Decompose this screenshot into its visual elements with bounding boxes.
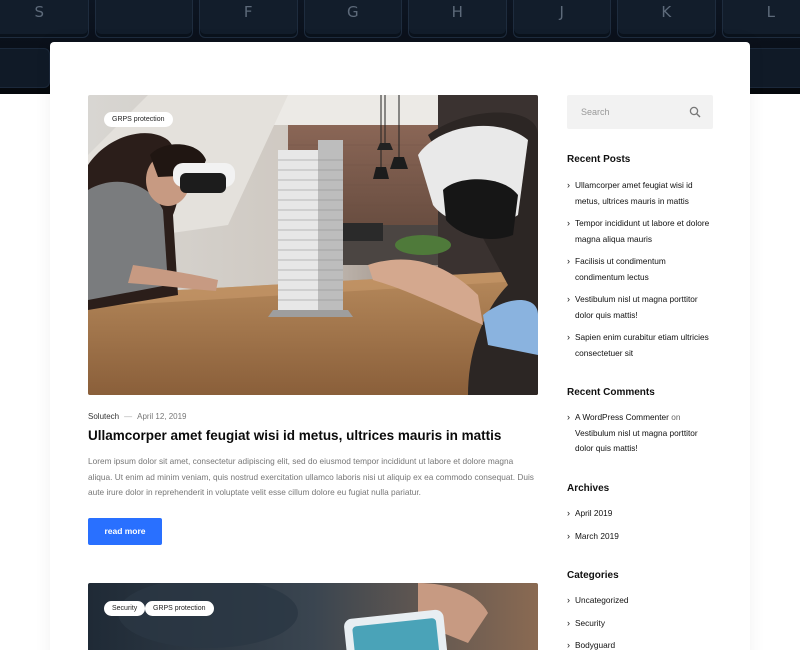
keyboard-key: K	[617, 0, 716, 38]
categories-list: › Uncategorized › Security › Bodyguard	[567, 593, 717, 650]
recent-post-link[interactable]: Ullamcorper amet feugiat wisi id metus, …	[575, 180, 693, 206]
archive-link[interactable]: March 2019	[575, 531, 619, 541]
archives-list: › April 2019 › March 2019	[567, 506, 717, 544]
keyboard-key: F	[199, 0, 298, 38]
category-badge[interactable]: GRPS protection	[145, 601, 214, 616]
list-item: › Bodyguard	[567, 638, 717, 650]
comment-author-link[interactable]: A WordPress Commenter	[575, 412, 669, 422]
comment-on-text: on	[671, 412, 681, 422]
read-more-button[interactable]: read more	[88, 518, 162, 545]
widget-title-recent-comments: Recent Comments	[567, 387, 655, 398]
meta-separator: —	[124, 412, 133, 421]
vr-office-illustration	[88, 95, 538, 395]
widget-title-archives: Archives	[567, 483, 610, 494]
search-input[interactable]	[581, 95, 681, 129]
comment-post-link[interactable]: Vestibulum nisl ut magna porttitor dolor…	[575, 428, 698, 454]
widget-title-recent-posts: Recent Posts	[567, 154, 631, 165]
recent-post-link[interactable]: Sapien enim curabitur etiam ultricies co…	[575, 332, 709, 358]
list-item: › Uncategorized	[567, 593, 717, 609]
post-featured-image[interactable]: Security GRPS protection	[88, 583, 538, 650]
chevron-right-icon: ›	[567, 595, 570, 605]
list-item: › Sapien enim curabitur etiam ultricies c…	[567, 330, 717, 361]
post-author[interactable]: Solutech	[88, 412, 119, 421]
chevron-right-icon: ›	[567, 617, 570, 628]
chevron-right-icon: ›	[567, 180, 570, 190]
widget-title-categories: Categories	[567, 570, 619, 581]
keyboard-key: S	[0, 0, 89, 38]
keyboard-key	[94, 0, 193, 38]
list-item: › Security	[567, 616, 717, 632]
keyboard-key	[0, 48, 50, 88]
list-item: › Ullamcorper amet feugiat wisi id metus,…	[567, 178, 717, 209]
recent-post-link[interactable]: Tempor incididunt ut labore et dolore ma…	[575, 218, 709, 244]
keyboard-key: G	[303, 0, 402, 38]
list-item: › Vestibulum nisl ut magna porttitor dolo…	[567, 292, 717, 323]
recent-post-link[interactable]: Vestibulum nisl ut magna porttitor dolor…	[575, 294, 698, 320]
keyboard-key: J	[512, 0, 611, 38]
category-badge[interactable]: Security	[104, 601, 146, 616]
search-icon[interactable]	[689, 106, 701, 118]
chevron-right-icon: ›	[567, 508, 570, 518]
post-featured-image[interactable]: GRPS protection	[88, 95, 538, 395]
chevron-right-icon: ›	[567, 256, 570, 266]
category-link[interactable]: Bodyguard	[575, 640, 615, 650]
chevron-right-icon: ›	[567, 412, 570, 422]
chevron-right-icon: ›	[567, 530, 570, 541]
search-box	[567, 95, 713, 129]
post-title[interactable]: Ullamcorper amet feugiat wisi id metus, …	[88, 427, 548, 445]
list-item: › March 2019	[567, 529, 717, 545]
post-excerpt: Lorem ipsum dolor sit amet, consectetur …	[88, 456, 534, 497]
post-meta: Solutech — April 12, 2019	[88, 412, 187, 421]
recent-comments-list: › A WordPress Commenter on Vestibulum nis…	[567, 410, 717, 457]
category-link[interactable]: Security	[575, 618, 605, 628]
list-item: › Tempor incididunt ut labore et dolore m…	[567, 216, 717, 247]
list-item: › A WordPress Commenter on Vestibulum nis…	[567, 410, 717, 457]
post-date[interactable]: April 12, 2019	[137, 412, 186, 421]
chevron-right-icon: ›	[567, 640, 570, 650]
category-link[interactable]: Uncategorized	[575, 595, 629, 605]
recent-post-link[interactable]: Facilisis ut condimentum condimentum lec…	[575, 256, 666, 282]
keyboard-key-row: S F G H J K L	[0, 0, 800, 40]
category-badge[interactable]: GRPS protection	[104, 112, 173, 127]
keyboard-key: L	[721, 0, 800, 38]
archive-link[interactable]: April 2019	[575, 508, 612, 518]
chevron-right-icon: ›	[567, 294, 570, 304]
phone-illustration	[88, 583, 538, 650]
list-item: › Facilisis ut condimentum condimentum le…	[567, 254, 717, 285]
recent-posts-list: › Ullamcorper amet feugiat wisi id metus,…	[567, 178, 717, 361]
keyboard-key: H	[408, 0, 507, 38]
list-item: › April 2019	[567, 506, 717, 522]
chevron-right-icon: ›	[567, 332, 570, 342]
chevron-right-icon: ›	[567, 218, 570, 228]
